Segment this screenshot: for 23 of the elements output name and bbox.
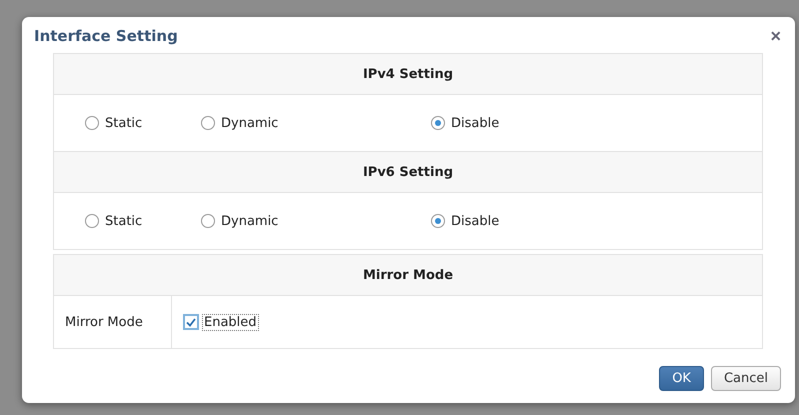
cancel-button[interactable]: Cancel bbox=[710, 366, 781, 391]
checkbox[interactable] bbox=[183, 314, 199, 330]
dialog-title: Interface Setting bbox=[34, 27, 178, 45]
radio-label: Static bbox=[105, 116, 142, 130]
radio-label: Static bbox=[105, 214, 142, 228]
radio-label: Dynamic bbox=[221, 214, 278, 228]
radio-button[interactable] bbox=[431, 214, 445, 228]
section-heading: Mirror Mode bbox=[54, 255, 762, 296]
radio-label: Disable bbox=[451, 116, 500, 130]
radio-button[interactable] bbox=[431, 116, 445, 130]
radio-button[interactable] bbox=[85, 214, 99, 228]
row-label: Mirror Mode bbox=[54, 296, 172, 348]
radio-label: Dynamic bbox=[221, 116, 278, 130]
check-icon bbox=[186, 318, 196, 326]
radio-button[interactable] bbox=[201, 116, 215, 130]
radio-button[interactable] bbox=[201, 214, 215, 228]
ok-button[interactable]: OK bbox=[659, 366, 704, 391]
close-button[interactable]: × bbox=[770, 26, 781, 46]
radio-button[interactable] bbox=[85, 116, 99, 130]
radio-label: Disable bbox=[451, 214, 500, 228]
section-heading: IPv4 Setting bbox=[54, 54, 762, 95]
section-heading: IPv6 Setting bbox=[54, 152, 762, 193]
checkbox-label: Enabled bbox=[203, 314, 258, 330]
